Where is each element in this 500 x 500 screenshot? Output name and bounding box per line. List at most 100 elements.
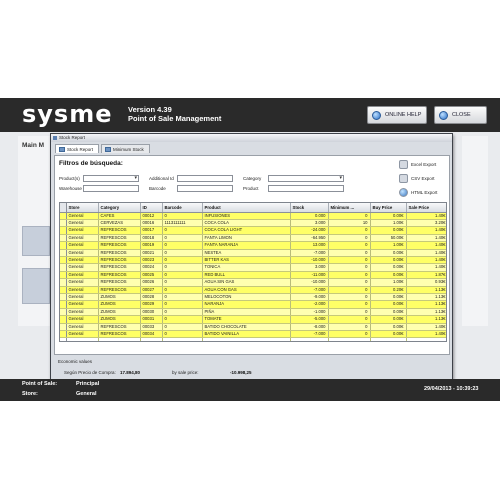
table-cell[interactable]: AGUA SIN GAS (202, 278, 291, 287)
column-header[interactable]: Barcode (162, 203, 203, 213)
table-cell[interactable]: 1.40€ (406, 241, 446, 250)
table-row[interactable]: General REFRESCOS 00026 0 AGUA SIN GAS -10.00… (60, 278, 446, 287)
table-cell[interactable]: 0 (328, 256, 371, 265)
table-cell[interactable]: 0.00€ (370, 300, 407, 309)
table-cell[interactable]: General (66, 271, 99, 280)
table-cell[interactable]: 13.000 (290, 241, 329, 250)
table-cell[interactable] (202, 337, 291, 341)
table-cell[interactable]: General (66, 278, 99, 287)
html-export-button[interactable]: HTML Export (399, 186, 447, 199)
table-cell[interactable]: 0 (328, 263, 371, 272)
table-cell[interactable]: -10.000 (290, 278, 329, 287)
table-cell[interactable]: -7.000 (290, 286, 329, 294)
table-cell[interactable]: 0 (162, 293, 203, 302)
table-cell[interactable]: MELOCOTON (202, 293, 291, 302)
table-cell[interactable]: General (66, 308, 99, 317)
tab-minimum-stock[interactable]: Minimum Stock (101, 144, 150, 153)
table-cell[interactable]: 0 (328, 234, 371, 243)
table-cell[interactable]: 0 (162, 315, 203, 324)
table-row[interactable]: General REFRESCOS 00024 0 TONICA 3.000 0 0.00€ 1… (60, 263, 446, 272)
table-cell[interactable]: REFRESCOS (98, 226, 141, 235)
table-cell[interactable]: 1.40€ (406, 263, 446, 272)
excel-export-button[interactable]: Excel Export (399, 158, 447, 171)
table-cell[interactable]: 00033 (140, 323, 163, 332)
table-cell[interactable]: 0.00€ (370, 271, 407, 280)
table-cell[interactable]: 0 (328, 241, 371, 250)
table-cell[interactable]: 1.13€ (406, 308, 446, 317)
table-cell[interactable]: COCA COLA LIGHT (202, 226, 291, 235)
table-cell[interactable]: General (66, 249, 99, 257)
table-cell[interactable]: REFRESCOS (98, 256, 141, 265)
column-header[interactable]: Sale Price (406, 203, 446, 213)
column-header[interactable]: Category (98, 203, 141, 213)
table-cell[interactable]: -10.000 (290, 256, 329, 265)
table-cell[interactable]: 1.40€ (406, 330, 446, 339)
table-cell[interactable]: 0 (162, 323, 203, 332)
table-row[interactable]: General ZUMOS 00030 0 PIÑA -1.000 0 0.00€ 1.13€ (60, 308, 446, 317)
table-row[interactable]: General REFRESCOS 00018 0 FANTA LIMON -64.950… (60, 234, 446, 243)
table-cell[interactable] (66, 337, 99, 341)
table-cell[interactable]: 1.40€ (406, 226, 446, 235)
table-cell[interactable]: General (66, 226, 99, 235)
table-cell[interactable]: 00017 (140, 226, 163, 235)
table-cell[interactable]: 0.000 (290, 212, 329, 220)
table-cell[interactable]: COCA COLA (202, 219, 291, 228)
table-cell[interactable]: General (66, 256, 99, 265)
table-cell[interactable]: 0 (162, 234, 203, 243)
table-cell[interactable]: -5.000 (290, 315, 329, 324)
table-cell[interactable]: 0 (328, 308, 371, 317)
table-cell[interactable]: 0 (328, 323, 371, 332)
table-cell[interactable]: ZUMOS (98, 308, 141, 317)
table-cell[interactable]: 0.00€ (370, 249, 407, 257)
table-cell[interactable]: General (66, 263, 99, 272)
table-cell[interactable]: General (66, 212, 99, 220)
table-row[interactable]: General REFRESCOS 00027 0 AGUA CON GAS -7.000… (60, 286, 446, 294)
additional-id-input[interactable] (177, 175, 233, 182)
table-cell[interactable]: REFRESCOS (98, 234, 141, 243)
table-cell[interactable]: 0.00€ (370, 323, 407, 332)
table-cell[interactable]: TONICA (202, 263, 291, 272)
table-cell[interactable]: -7.000 (290, 249, 329, 257)
table-cell[interactable]: REFRESCOS (98, 241, 141, 250)
table-cell[interactable]: CAFES (98, 212, 141, 220)
table-cell[interactable]: NARANJA (202, 300, 291, 309)
table-cell[interactable]: 00028 (140, 293, 163, 302)
table-cell[interactable]: 0 (328, 330, 371, 339)
table-cell[interactable]: 00025 (140, 271, 163, 280)
table-row[interactable]: General ZUMOS 00028 0 MELOCOTON -9.000 0 0.00€ 1… (60, 293, 446, 302)
table-cell[interactable]: 1.40€ (406, 323, 446, 332)
table-cell[interactable]: BITTER KAS (202, 256, 291, 265)
table-cell[interactable] (98, 337, 141, 341)
table-cell[interactable]: BATIDO VAINILLA (202, 330, 291, 339)
table-cell[interactable]: PIÑA (202, 308, 291, 317)
table-cell[interactable]: 1.40€ (406, 256, 446, 265)
table-cell[interactable]: CERVEZAS (98, 219, 141, 228)
table-cell[interactable]: -11.000 (290, 271, 329, 280)
column-header[interactable]: Buy Price (370, 203, 407, 213)
column-header[interactable]: Stock (290, 203, 329, 213)
table-cell[interactable]: BATIDO CHOCOLATE (202, 323, 291, 332)
table-row[interactable]: General REFRESCOS 00033 0 BATIDO CHOCOLATE -8… (60, 323, 446, 332)
table-cell[interactable]: 1.00€ (370, 219, 407, 228)
table-cell[interactable]: REFRESCOS (98, 323, 141, 332)
table-cell[interactable]: AGUA CON GAS (202, 286, 291, 294)
barcode-input[interactable] (177, 185, 233, 192)
table-cell[interactable]: 00030 (140, 308, 163, 317)
table-cell[interactable]: General (66, 300, 99, 309)
table-cell[interactable]: 0 (328, 315, 371, 324)
table-cell[interactable]: FANTA LIMON (202, 234, 291, 243)
table-cell[interactable]: 1.40€ (406, 234, 446, 243)
table-cell[interactable]: 0 (328, 286, 371, 294)
table-cell[interactable]: 3.000 (290, 263, 329, 272)
table-cell[interactable]: General (66, 219, 99, 228)
table-cell[interactable]: 0.00€ (370, 212, 407, 220)
table-cell[interactable]: 0 (162, 286, 203, 294)
table-cell[interactable]: General (66, 234, 99, 243)
table-cell[interactable]: 0 (162, 300, 203, 309)
column-header[interactable]: Product (202, 203, 291, 213)
table-cell[interactable]: 1.13€ (406, 293, 446, 302)
table-cell[interactable]: ZUMOS (98, 315, 141, 324)
table-cell[interactable]: 00021 (140, 249, 163, 257)
table-cell[interactable]: REFRESCOS (98, 286, 141, 294)
table-cell[interactable] (328, 337, 371, 341)
